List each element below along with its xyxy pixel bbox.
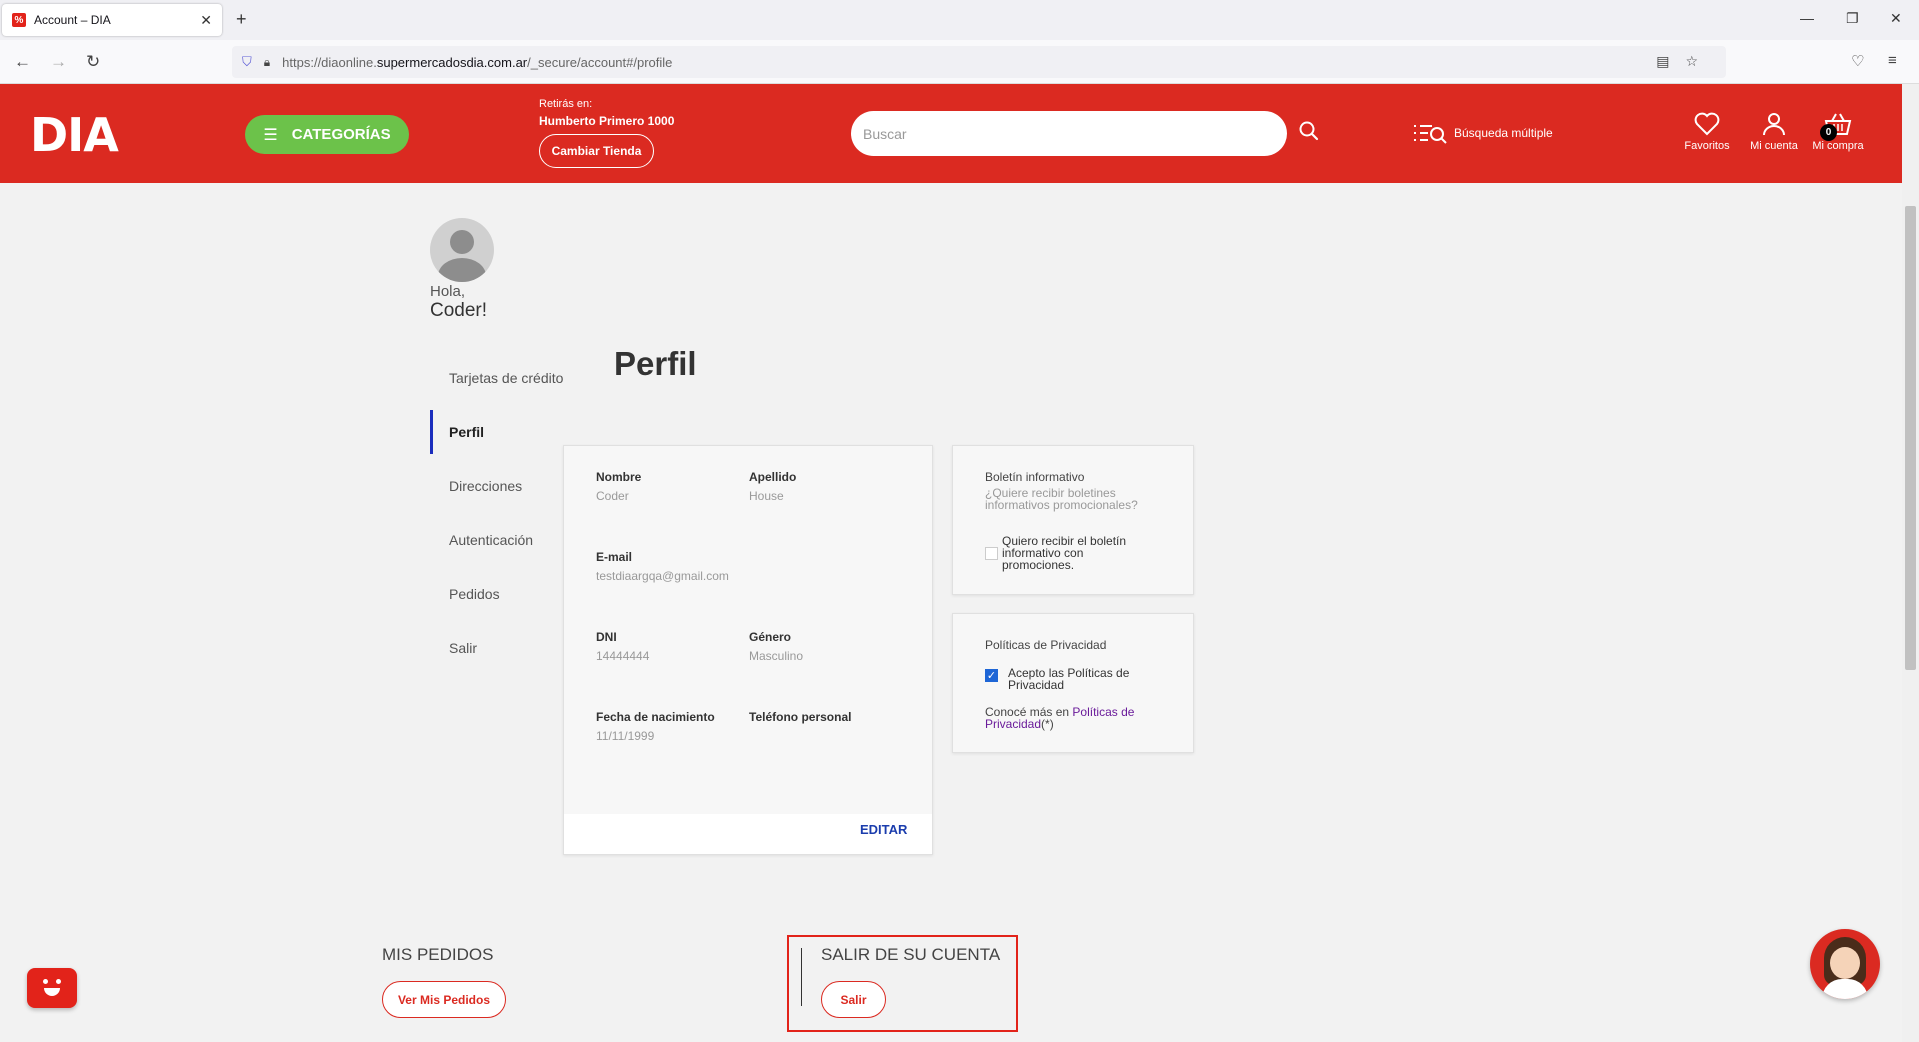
categories-label: CATEGORÍAS <box>291 126 391 143</box>
favorites-link[interactable]: Favoritos <box>1672 112 1742 152</box>
browser-navbar: ← → ↻ ⛉ 🔒︎ https://diaonline. supermercad… <box>0 40 1919 84</box>
privacy-title: Políticas de Privacidad <box>985 638 1107 652</box>
page-title: Perfil <box>614 345 697 382</box>
privacy-card: Políticas de Privacidad ✓ Acepto las Pol… <box>952 613 1194 753</box>
sidebar-item-salir[interactable]: Salir <box>430 626 580 670</box>
search-icon[interactable] <box>1298 120 1320 142</box>
menu-lines-icon: ☰ <box>263 126 278 144</box>
reader-bookmark-icons[interactable]: ▤☆ <box>1656 53 1714 70</box>
email-label: E-mail <box>596 550 633 564</box>
telefono-label: Teléfono personal <box>749 710 852 724</box>
tab-title: Account – DIA <box>34 13 111 27</box>
multi-search-link[interactable]: Búsqueda múltiple <box>1412 122 1553 144</box>
apellido-value: House <box>749 489 784 503</box>
apellido-label: Apellido <box>749 470 797 484</box>
privacy-checkbox[interactable]: ✓ <box>985 669 998 682</box>
url-path: /_secure/account#/profile <box>527 54 673 70</box>
browser-tab[interactable]: % Account – DIA ✕ <box>2 4 222 36</box>
url-bar[interactable]: ⛉ 🔒︎ https://diaonline. supermercadosdia.… <box>232 46 1726 78</box>
lock-icon[interactable]: 🔒︎ <box>264 55 270 70</box>
heart-icon <box>1694 112 1720 136</box>
sidebar-item-autenticacion[interactable]: Autenticación <box>430 518 580 562</box>
user-name: Coder! <box>430 300 488 321</box>
genero-value: Masculino <box>749 649 804 663</box>
view-orders-button[interactable]: Ver Mis Pedidos <box>382 981 506 1018</box>
nacimiento-value: 11/11/1999 <box>596 729 655 743</box>
newsletter-card: Boletín informativo ¿Quiere recibir bole… <box>952 445 1194 595</box>
cart-count-badge: 0 <box>1820 124 1837 141</box>
menu-icon[interactable]: ≡ <box>1888 52 1897 69</box>
sidebar-item-tarjetas[interactable]: Tarjetas de crédito <box>430 356 580 400</box>
back-icon[interactable]: ← <box>14 52 31 72</box>
tab-close-icon[interactable]: ✕ <box>200 12 212 29</box>
privacy-more-suffix: (*) <box>1041 717 1054 731</box>
pocket-icon[interactable]: ♡ <box>1851 52 1864 70</box>
genero-label: Género <box>749 630 792 644</box>
chat-bot-icon[interactable] <box>27 968 77 1008</box>
virtual-assistant-avatar[interactable] <box>1810 929 1880 999</box>
nacimiento-label: Fecha de nacimiento <box>596 710 715 724</box>
newsletter-subtitle: ¿Quiere recibir boletines informativos p… <box>985 486 1138 512</box>
forward-icon[interactable]: → <box>50 52 67 72</box>
minimize-icon[interactable]: — <box>1800 10 1814 26</box>
url-host: supermercadosdia.com.ar <box>376 54 528 70</box>
profile-card: Nombre Coder Apellido House E-mail testd… <box>563 445 933 855</box>
edit-button[interactable]: EDITAR <box>860 822 907 837</box>
newsletter-checkbox-label[interactable]: Quiero recibir el boletín informativo co… <box>1002 535 1152 571</box>
dni-value: 14444444 <box>596 649 650 663</box>
search-input[interactable] <box>851 111 1287 156</box>
scrollbar-thumb[interactable] <box>1905 206 1916 670</box>
change-store-button[interactable]: Cambiar Tienda <box>539 134 654 168</box>
email-value: testdiaargqa@gmail.com <box>596 569 729 583</box>
orders-section-title: MIS PEDIDOS <box>382 945 494 964</box>
restore-icon[interactable]: ❐ <box>1846 10 1859 27</box>
multi-search-label: Búsqueda múltiple <box>1454 126 1553 140</box>
sidebar-item-direcciones[interactable]: Direcciones <box>430 464 580 508</box>
sidebar-item-pedidos[interactable]: Pedidos <box>430 572 580 616</box>
account-label: Mi cuenta <box>1750 140 1798 152</box>
logout-button[interactable]: Salir <box>821 981 886 1018</box>
new-tab-icon[interactable]: + <box>236 9 247 30</box>
store-label: Retirás en: <box>539 98 593 110</box>
multi-search-icon <box>1414 125 1447 144</box>
privacy-checkbox-label[interactable]: Acepto las Políticas de Privacidad <box>1008 667 1158 691</box>
cart-link[interactable]: 0 Mi compra <box>1803 112 1873 152</box>
privacy-more-text: Conocé más en Políticas de Privacidad(*) <box>985 706 1175 730</box>
nombre-label: Nombre <box>596 470 642 484</box>
dni-label: DNI <box>596 630 617 644</box>
cart-label: Mi compra <box>1812 140 1864 152</box>
reload-icon[interactable]: ↻ <box>86 52 100 72</box>
browser-tabbar: % Account – DIA ✕ + — ❐ ✕ <box>0 0 1919 40</box>
account-link[interactable]: Mi cuenta <box>1739 112 1809 152</box>
tracking-shield-icon[interactable]: ⛉ <box>242 54 252 70</box>
nombre-value: Coder <box>596 489 629 503</box>
greeting: Hola, <box>430 283 466 300</box>
site-header: DIA ☰ CATEGORÍAS Retirás en: Humberto Pr… <box>0 84 1902 183</box>
avatar <box>430 218 494 282</box>
logout-divider <box>801 948 802 1006</box>
dia-favicon-icon: % <box>12 13 26 27</box>
window-close-icon[interactable]: ✕ <box>1890 10 1902 27</box>
user-icon <box>1763 113 1785 136</box>
newsletter-checkbox[interactable] <box>985 547 998 560</box>
url-prefix: https://diaonline. <box>282 54 377 70</box>
categories-button[interactable]: ☰ CATEGORÍAS <box>245 115 409 154</box>
dia-logo[interactable]: DIA <box>30 108 119 162</box>
sidebar-item-perfil[interactable]: Perfil <box>430 410 580 454</box>
favorites-label: Favoritos <box>1684 140 1730 152</box>
logout-section-title: SALIR DE SU CUENTA <box>821 945 1001 964</box>
newsletter-title: Boletín informativo <box>985 470 1085 484</box>
store-name: Humberto Primero 1000 <box>539 114 675 128</box>
